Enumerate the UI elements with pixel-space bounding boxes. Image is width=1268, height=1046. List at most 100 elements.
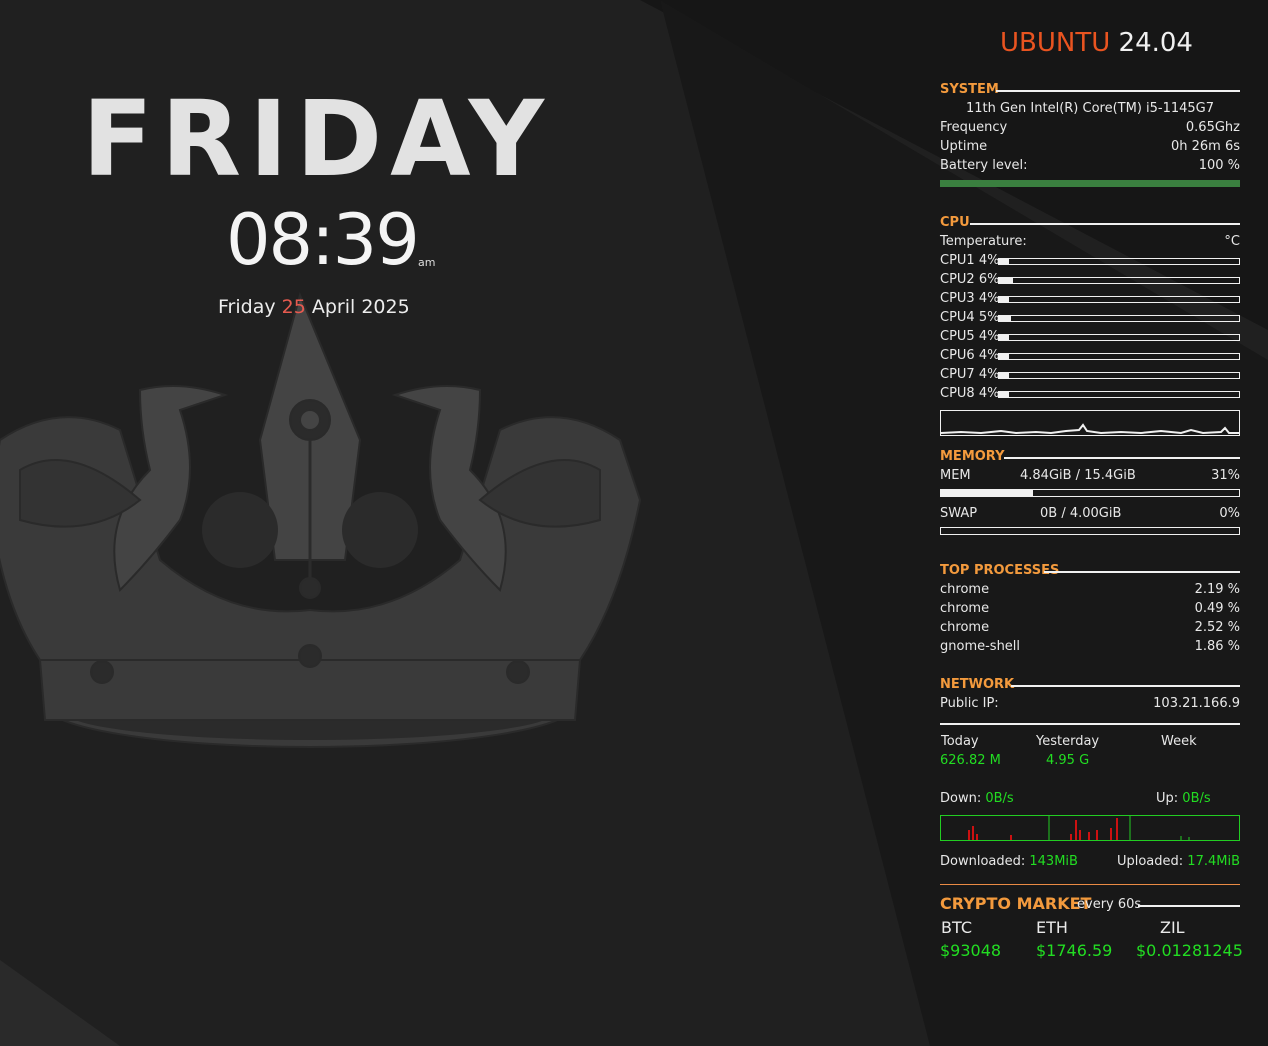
downloaded-value: 143MiB bbox=[1029, 854, 1078, 869]
cpu-core-bar-fill bbox=[999, 259, 1009, 264]
mem-percent: 31% bbox=[1211, 468, 1240, 483]
crypto-name-eth: ETH bbox=[1036, 918, 1068, 937]
swap-row: SWAP 0B / 4.00GiB 0% bbox=[940, 506, 1240, 524]
uploaded-total: Uploaded: 17.4MiB bbox=[1117, 854, 1240, 869]
cpu-core-label: CPU6 4% bbox=[940, 348, 1000, 363]
uploaded-label: Uploaded: bbox=[1116, 854, 1184, 869]
process-cpu: 2.52 % bbox=[1194, 620, 1240, 635]
battery-label: Battery level: bbox=[940, 158, 1028, 173]
mem-usage: 4.84GiB / 15.4GiB bbox=[1020, 468, 1136, 483]
cpu-core-row: CPU6 4% bbox=[940, 348, 1240, 366]
temperature-row: Temperature: °C bbox=[940, 234, 1240, 252]
os-version: 24.04 bbox=[1118, 28, 1193, 58]
cpu-core-bar-fill bbox=[999, 278, 1014, 283]
battery-value: 100 % bbox=[1198, 158, 1240, 173]
crypto-heading-rule bbox=[1138, 905, 1240, 907]
cpu-core-label: CPU4 5% bbox=[940, 310, 1000, 325]
process-name: chrome bbox=[940, 601, 990, 616]
frequency-value: 0.65Ghz bbox=[1185, 120, 1240, 135]
mem-bar bbox=[940, 489, 1240, 497]
clock-time: 08:39 bbox=[226, 199, 420, 281]
yesterday-value: 4.95 G bbox=[1046, 753, 1090, 768]
cpu-core-row: CPU1 4% bbox=[940, 253, 1240, 271]
cpu-core-label: CPU1 4% bbox=[940, 253, 1000, 268]
system-heading: SYSTEM bbox=[940, 82, 1240, 100]
downloaded-total: Downloaded: 143MiB bbox=[940, 854, 1078, 869]
memory-heading: MEMORY bbox=[940, 449, 1240, 467]
memory-heading-label: MEMORY bbox=[940, 449, 1005, 464]
process-name: chrome bbox=[940, 582, 990, 597]
down-label: Down: bbox=[940, 791, 982, 806]
swap-usage: 0B / 4.00GiB bbox=[1040, 506, 1122, 521]
cpu-core-label: CPU5 4% bbox=[940, 329, 1000, 344]
cpu-core-bar bbox=[998, 391, 1240, 398]
swap-label: SWAP bbox=[940, 506, 978, 521]
cpu-core-row: CPU2 6% bbox=[940, 272, 1240, 290]
traffic-labels-row: Today Yesterday Week bbox=[940, 734, 1240, 752]
traffic-values-row: 626.82 M 4.95 G bbox=[940, 753, 1240, 771]
cpu-core-row: CPU5 4% bbox=[940, 329, 1240, 347]
crypto-separator bbox=[940, 884, 1240, 885]
date-day: 25 bbox=[281, 296, 306, 318]
cpu-core-label: CPU3 4% bbox=[940, 291, 1000, 306]
process-name: gnome-shell bbox=[940, 639, 1021, 654]
process-row: chrome 2.52 % bbox=[940, 620, 1240, 638]
cpu-core-bar bbox=[998, 334, 1240, 341]
uptime-value: 0h 26m 6s bbox=[1170, 139, 1240, 154]
cpu-core-label: CPU8 4% bbox=[940, 386, 1000, 401]
memory-heading-rule bbox=[1004, 457, 1240, 459]
up-speed: Up: 0B/s bbox=[1156, 791, 1211, 806]
yesterday-label: Yesterday bbox=[1036, 734, 1100, 749]
cpu-core-row: CPU3 4% bbox=[940, 291, 1240, 309]
process-cpu: 1.86 % bbox=[1194, 639, 1240, 654]
temperature-label: Temperature: bbox=[940, 234, 1027, 249]
mem-bar-fill bbox=[941, 490, 1034, 496]
process-cpu: 0.49 % bbox=[1194, 601, 1240, 616]
cpu-heading-rule bbox=[970, 223, 1240, 225]
cpu-model: 11th Gen Intel(R) Core(TM) i5-1145G7 bbox=[965, 101, 1215, 116]
date-weekday: Friday bbox=[218, 296, 276, 318]
cpu-core-label: CPU7 4% bbox=[940, 367, 1000, 382]
crypto-name-zil: ZIL bbox=[1160, 918, 1185, 937]
temperature-value: °C bbox=[1224, 234, 1240, 249]
network-heading-rule bbox=[1011, 685, 1240, 687]
today-label: Today bbox=[941, 734, 979, 749]
process-row: chrome 2.19 % bbox=[940, 582, 1240, 600]
process-row: gnome-shell 1.86 % bbox=[940, 639, 1240, 657]
up-value: 0B/s bbox=[1182, 791, 1211, 806]
process-name: chrome bbox=[940, 620, 990, 635]
public-ip-label: Public IP: bbox=[940, 696, 999, 711]
crypto-name-btc: BTC bbox=[941, 918, 972, 937]
cpu-core-bar-fill bbox=[999, 354, 1009, 359]
today-value: 626.82 M bbox=[940, 753, 1001, 768]
crypto-price-zil: $0.01281245 bbox=[1136, 941, 1243, 960]
mem-label: MEM bbox=[940, 468, 971, 483]
crypto-subheading: every 60s bbox=[1077, 897, 1142, 912]
totals-row: Downloaded: 143MiB Uploaded: 17.4MiB bbox=[940, 854, 1240, 872]
clock-widget: FRIDAY 08:39 am Friday 25 April 2025 bbox=[0, 0, 620, 340]
date-month-year: April 2025 bbox=[311, 296, 410, 318]
cpu-core-bar bbox=[998, 353, 1240, 360]
frequency-row: Frequency 0.65Ghz bbox=[940, 120, 1240, 138]
downloaded-label: Downloaded: bbox=[940, 854, 1026, 869]
swap-percent: 0% bbox=[1219, 506, 1240, 521]
cpu-core-label: CPU2 6% bbox=[940, 272, 1000, 287]
day-name: FRIDAY bbox=[82, 78, 552, 200]
battery-bar bbox=[940, 180, 1240, 187]
cpu-core-bar-fill bbox=[999, 316, 1011, 321]
swap-bar bbox=[940, 527, 1240, 535]
frequency-label: Frequency bbox=[940, 120, 1008, 135]
cpu-heading: CPU bbox=[940, 215, 1240, 233]
os-title: UBUNTU 24.04 bbox=[1000, 28, 1193, 58]
process-cpu: 2.19 % bbox=[1194, 582, 1240, 597]
cpu-core-bar bbox=[998, 258, 1240, 265]
battery-row: Battery level: 100 % bbox=[940, 158, 1240, 176]
cpu-core-bar-fill bbox=[999, 335, 1009, 340]
cpu-core-bar bbox=[998, 277, 1240, 284]
date-line: Friday 25 April 2025 bbox=[218, 296, 410, 318]
cpu-core-row: CPU4 5% bbox=[940, 310, 1240, 328]
crypto-heading: CRYPTO MARKET every 60s bbox=[940, 894, 1240, 916]
cpu-core-bar bbox=[998, 296, 1240, 303]
network-separator bbox=[940, 723, 1240, 725]
system-heading-rule bbox=[996, 90, 1240, 92]
